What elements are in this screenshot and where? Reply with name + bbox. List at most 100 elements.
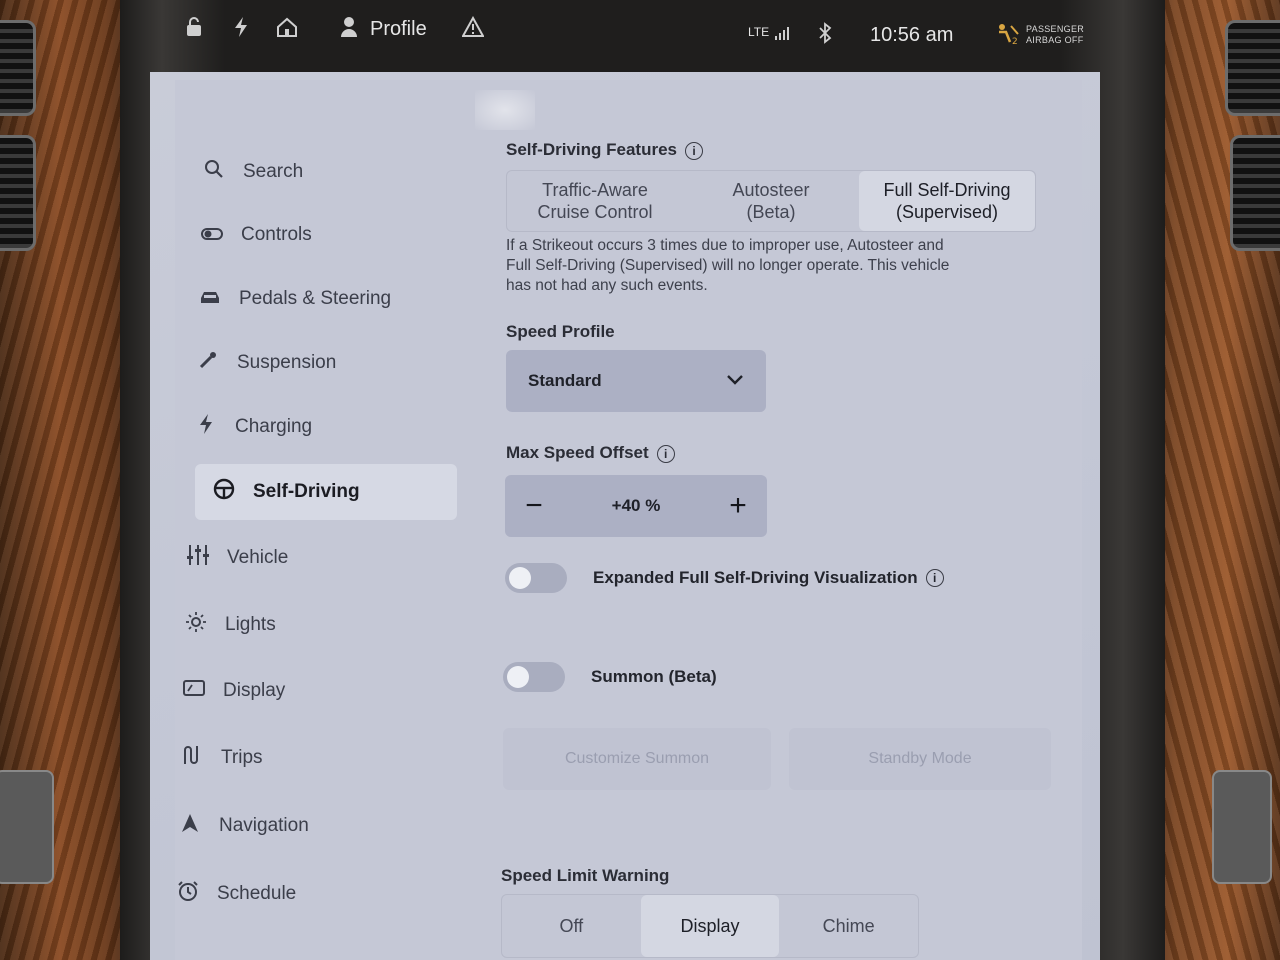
section-title-max-speed-offset: Max Speed Offset i — [506, 443, 675, 463]
option-line-2: (Supervised) — [895, 202, 999, 222]
option-line-1: Traffic-Aware — [542, 180, 648, 200]
sidebar-item-charging[interactable]: Charging — [193, 400, 453, 454]
person-icon[interactable] — [340, 16, 358, 44]
alarm-clock-icon — [175, 880, 201, 908]
sidebar-item-pedals-steering[interactable]: Pedals & Steering — [197, 272, 457, 326]
airbag-icon: 2 — [996, 22, 1022, 52]
standby-mode-button[interactable]: Standby Mode — [789, 728, 1051, 790]
profile-label[interactable]: Profile — [370, 18, 427, 41]
sidebar-item-label: Schedule — [217, 883, 297, 904]
trips-icon — [179, 744, 205, 772]
section-title-text: Max Speed Offset — [506, 443, 649, 462]
search-icon — [201, 159, 227, 185]
sidebar-item-display[interactable]: Display — [181, 664, 441, 718]
toggle-knob — [507, 666, 529, 688]
section-title-self-driving-features: Self-Driving Features i — [506, 140, 703, 160]
sidebar-item-label: Vehicle — [227, 547, 289, 568]
sidebar-item-label: Self-Driving — [253, 481, 360, 502]
strikeout-line-2: Full Self-Driving (Supervised) will no l… — [506, 257, 950, 274]
car-icon — [197, 288, 223, 311]
airbag-line-2: AIRBAG OFF — [1026, 35, 1084, 45]
lock-icon[interactable] — [184, 16, 204, 44]
toggle-icon — [199, 224, 225, 247]
sidebar-item-controls[interactable]: Controls — [199, 208, 459, 262]
sidebar-item-trips[interactable]: Trips — [179, 731, 439, 785]
chevron-down-icon — [726, 371, 744, 391]
hazard-button-right[interactable] — [1212, 770, 1272, 884]
air-vent-right-top — [1225, 20, 1280, 116]
increment-button[interactable]: + — [723, 489, 753, 523]
speed-limit-option-off[interactable]: Off — [502, 895, 641, 957]
customize-summon-button[interactable]: Customize Summon — [503, 728, 771, 790]
home-icon[interactable] — [276, 16, 298, 44]
section-title-speed-profile: Speed Profile — [506, 322, 615, 341]
sidebar-item-label: Charging — [235, 416, 313, 437]
airbag-line-1: PASSENGER — [1026, 24, 1085, 34]
option-line-2: Cruise Control — [537, 202, 653, 222]
max-speed-offset-stepper: − +40 % + — [505, 475, 767, 537]
sidebar-item-label: Pedals & Steering — [239, 288, 392, 309]
feature-option-full-self-driving[interactable]: Full Self-Driving (Supervised) — [859, 171, 1035, 231]
sidebar-item-label: Search — [243, 161, 304, 182]
clock: 10:56 am — [870, 24, 954, 46]
summon-label: Summon (Beta) — [591, 667, 717, 686]
steering-wheel-icon — [211, 478, 237, 506]
option-line-1: Full Self-Driving — [883, 180, 1011, 200]
expanded-visualization-toggle[interactable] — [505, 563, 567, 593]
info-icon[interactable]: i — [656, 444, 675, 463]
speed-profile-dropdown[interactable]: Standard — [506, 350, 766, 412]
airbag-status: PASSENGER AIRBAG OFF — [1026, 24, 1084, 46]
info-icon[interactable]: i — [685, 141, 703, 160]
settings-sidebar: Search Controls Pedals & Steering Suspen… — [175, 80, 475, 960]
option-line-2: (Beta) — [746, 202, 796, 222]
sidebar-item-self-driving[interactable]: Self-Driving — [195, 464, 457, 520]
self-driving-settings: Self-Driving Features i Traffic-Aware Crui… — [501, 80, 1066, 960]
sliders-icon — [185, 544, 211, 572]
sidebar-item-lights[interactable]: Lights — [183, 598, 443, 652]
info-icon[interactable]: i — [925, 569, 944, 587]
air-vent-left-top — [0, 20, 36, 116]
sidebar-item-navigation[interactable]: Navigation — [177, 799, 437, 853]
speed-limit-option-chime[interactable]: Chime — [779, 895, 918, 957]
sidebar-item-schedule[interactable]: Schedule — [175, 867, 435, 921]
sidebar-item-vehicle[interactable]: Vehicle — [185, 531, 445, 585]
hazard-button-left[interactable] — [0, 770, 54, 884]
sidebar-item-label: Navigation — [219, 815, 309, 836]
touchscreen: Search Controls Pedals & Steering Suspen… — [150, 72, 1100, 960]
expanded-visualization-label: Expanded Full Self-Driving Visualization — [593, 568, 918, 587]
option-line-1: Autosteer — [732, 180, 810, 200]
feature-option-autosteer[interactable]: Autosteer (Beta) — [683, 171, 859, 231]
air-vent-left-bottom — [0, 135, 36, 251]
expanded-visualization-row: Expanded Full Self-Driving Visualization… — [505, 563, 944, 593]
toggle-knob — [509, 567, 531, 589]
summon-toggle[interactable] — [503, 662, 565, 692]
network-label: LTE — [748, 25, 770, 39]
feature-option-traffic-aware-cruise-control[interactable]: Traffic-Aware Cruise Control — [507, 171, 683, 231]
signal-icon — [774, 24, 792, 47]
sidebar-item-search[interactable]: Search — [201, 145, 461, 199]
section-title-speed-limit-warning: Speed Limit Warning — [501, 866, 670, 885]
sun-icon — [183, 611, 209, 639]
section-title-text: Self-Driving Features — [506, 140, 677, 159]
status-bar: Profile LTE 10:56 am 2 PASSENGER AIRBAG … — [170, 10, 1100, 54]
settings-panel: Search Controls Pedals & Steering Suspen… — [175, 80, 1082, 960]
bluetooth-icon[interactable] — [818, 22, 832, 50]
speed-limit-option-display[interactable]: Display — [640, 895, 780, 957]
strikeout-line-3: has not had any such events. — [506, 277, 708, 294]
decrement-button[interactable]: − — [519, 489, 549, 523]
sidebar-item-label: Suspension — [237, 352, 337, 373]
speed-limit-warning-selector: Off Display Chime — [501, 894, 919, 958]
speed-profile-value: Standard — [528, 371, 602, 390]
bolt-icon — [232, 16, 250, 44]
sidebar-item-label: Display — [223, 680, 286, 701]
bolt-icon — [193, 413, 219, 441]
sidebar-item-suspension[interactable]: Suspension — [195, 336, 455, 390]
wrench-icon — [195, 350, 221, 376]
warning-icon[interactable] — [461, 15, 485, 44]
max-speed-offset-value: +40 % — [611, 496, 661, 515]
strikeout-line-1: If a Strikeout occurs 3 times due to imp… — [506, 237, 944, 254]
sidebar-item-label: Controls — [241, 224, 312, 245]
navigation-arrow-icon — [177, 813, 203, 839]
strikeout-description: If a Strikeout occurs 3 times due to imp… — [506, 236, 1066, 296]
sidebar-item-label: Lights — [225, 614, 276, 635]
